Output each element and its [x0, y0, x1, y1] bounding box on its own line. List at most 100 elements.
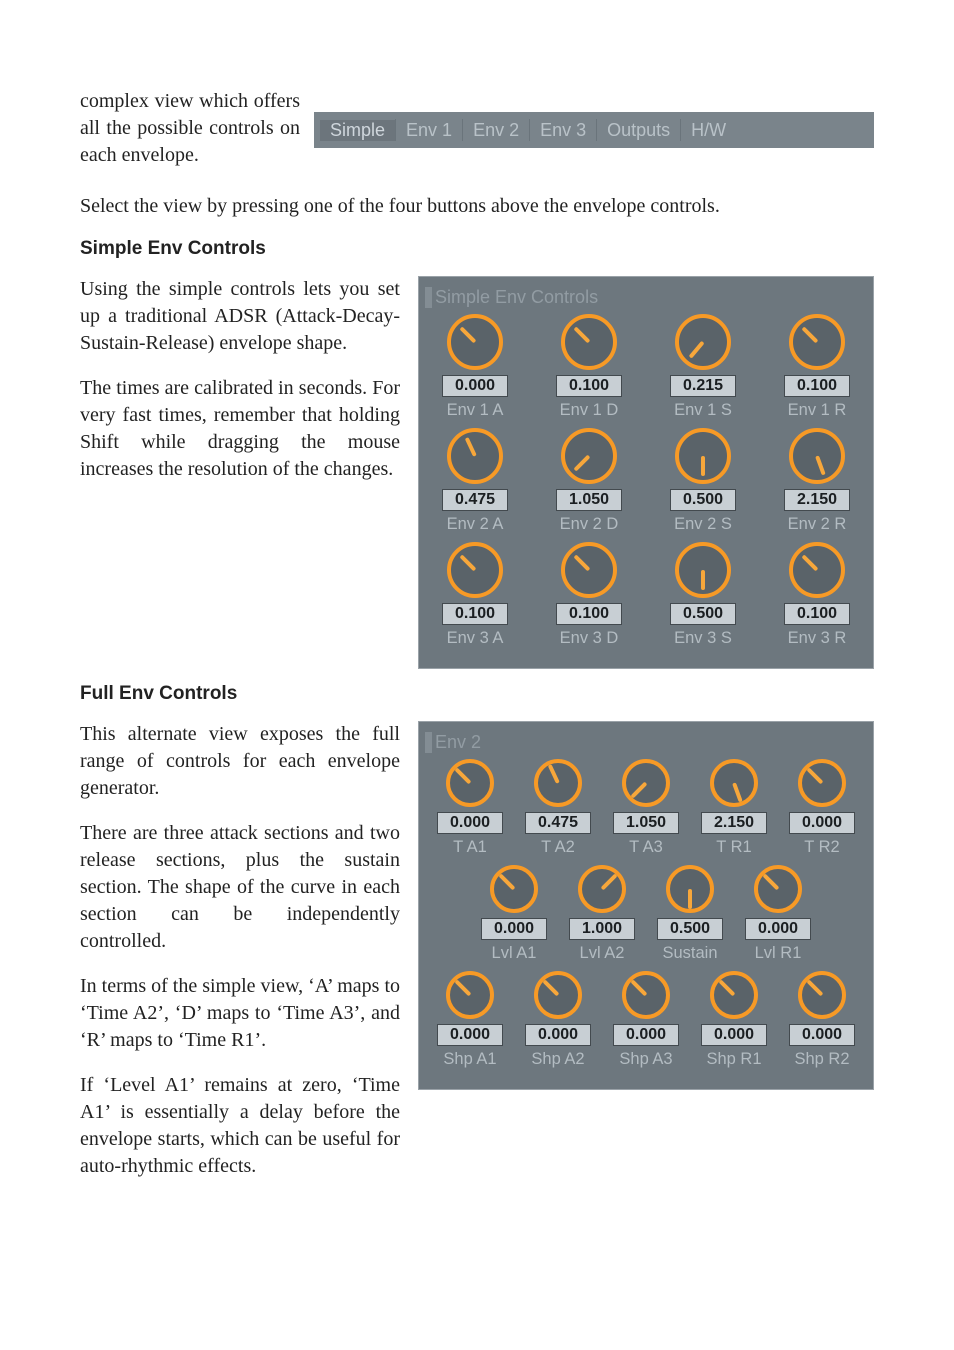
knob-value[interactable]: 0.500 — [670, 489, 736, 511]
knob-dial[interactable] — [446, 759, 494, 807]
knob-indicator — [701, 570, 705, 590]
knob-lvl-a1[interactable]: 0.000Lvl A1 — [475, 865, 553, 963]
knob-value[interactable]: 0.475 — [525, 812, 591, 834]
tab-simple[interactable]: Simple — [320, 120, 395, 141]
knob-value[interactable]: 1.000 — [569, 918, 635, 940]
knob-env-1-s[interactable]: 0.215Env 1 S — [659, 314, 747, 420]
knob-value[interactable]: 1.050 — [556, 489, 622, 511]
knob-shp-a3[interactable]: 0.000Shp A3 — [607, 971, 685, 1069]
knob-dial[interactable] — [789, 314, 845, 370]
knob-label: Shp R2 — [794, 1050, 849, 1069]
knob-t-r1[interactable]: 2.150T R1 — [695, 759, 773, 857]
knob-value[interactable]: 0.000 — [481, 918, 547, 940]
knob-value[interactable]: 0.100 — [556, 375, 622, 397]
knob-env-3-s[interactable]: 0.500Env 3 S — [659, 542, 747, 648]
knob-dial[interactable] — [798, 759, 846, 807]
knob-row: 0.475 Env 2 A 1.050Env 2 D 0.500Env 2 S 2.15… — [431, 428, 861, 534]
knob-value[interactable]: 0.000 — [745, 918, 811, 940]
knob-dial[interactable] — [622, 971, 670, 1019]
knob-value[interactable]: 0.100 — [556, 603, 622, 625]
knob-env-3-a[interactable]: 0.100Env 3 A — [431, 542, 519, 648]
knob-label: Shp A2 — [531, 1050, 584, 1069]
knob-dial[interactable] — [675, 314, 731, 370]
knob-value[interactable]: 2.150 — [784, 489, 850, 511]
knob-value[interactable]: 0.000 — [701, 1024, 767, 1046]
tab-env-1[interactable]: Env 1 — [396, 120, 462, 141]
knob-dial[interactable] — [490, 865, 538, 913]
knob-dial[interactable] — [447, 314, 503, 370]
knob-value[interactable]: 1.050 — [613, 812, 679, 834]
knob-env-1-a[interactable]: 0.000 Env 1 A — [431, 314, 519, 420]
intro-text: complex view which offers all the possib… — [80, 88, 300, 169]
knob-shp-r2[interactable]: 0.000 Shp R2 — [783, 971, 861, 1069]
knob-lvl-r1[interactable]: 0.000Lvl R1 — [739, 865, 817, 963]
tab-outputs[interactable]: Outputs — [597, 120, 680, 141]
knob-dial[interactable] — [754, 865, 802, 913]
knob-dial[interactable] — [578, 865, 626, 913]
knob-dial[interactable] — [534, 759, 582, 807]
knob-indicator — [542, 979, 559, 996]
knob-dial[interactable] — [710, 759, 758, 807]
knob-env-3-d[interactable]: 0.100Env 3 D — [545, 542, 633, 648]
knob-shp-r1[interactable]: 0.000Shp R1 — [695, 971, 773, 1069]
knob-dial[interactable] — [561, 542, 617, 598]
knob-value[interactable]: 0.215 — [670, 375, 736, 397]
knob-lvl-a2[interactable]: 1.000Lvl A2 — [563, 865, 641, 963]
knob-shp-a2[interactable]: 0.000 Shp A2 — [519, 971, 597, 1069]
knob-dial[interactable] — [675, 542, 731, 598]
knob-label: Env 1 A — [447, 401, 504, 420]
knob-sustain[interactable]: 0.500Sustain — [651, 865, 729, 963]
knob-dial[interactable] — [534, 971, 582, 1019]
knob-value[interactable]: 0.500 — [670, 603, 736, 625]
knob-value[interactable]: 0.000 — [613, 1024, 679, 1046]
knob-dial[interactable] — [446, 971, 494, 1019]
knob-t-a1[interactable]: 0.000 T A1 — [431, 759, 509, 857]
knob-dial[interactable] — [447, 428, 503, 484]
knob-env-1-d[interactable]: 0.100 Env 1 D — [545, 314, 633, 420]
knob-indicator — [454, 767, 471, 784]
knob-value[interactable]: 0.100 — [784, 603, 850, 625]
knob-dial[interactable] — [789, 542, 845, 598]
knob-label: Env 1 R — [788, 401, 847, 420]
knob-label: T A1 — [453, 838, 487, 857]
knob-dial[interactable] — [622, 759, 670, 807]
knob-env-2-s[interactable]: 0.500Env 2 S — [659, 428, 747, 534]
knob-value[interactable]: 2.150 — [701, 812, 767, 834]
tab-env-3[interactable]: Env 3 — [530, 120, 596, 141]
knob-dial[interactable] — [561, 314, 617, 370]
knob-value[interactable]: 0.000 — [525, 1024, 591, 1046]
knob-value[interactable]: 0.100 — [442, 603, 508, 625]
knob-value[interactable]: 0.475 — [442, 489, 508, 511]
knob-env-3-r[interactable]: 0.100Env 3 R — [773, 542, 861, 648]
knob-indicator — [801, 326, 818, 343]
knob-label: Env 2 A — [447, 515, 504, 534]
knob-t-a3[interactable]: 1.050T A3 — [607, 759, 685, 857]
knob-dial[interactable] — [798, 971, 846, 1019]
knob-value[interactable]: 0.000 — [789, 812, 855, 834]
knob-dial[interactable] — [666, 865, 714, 913]
knob-env-2-a[interactable]: 0.475 Env 2 A — [431, 428, 519, 534]
knob-value[interactable]: 0.000 — [437, 1024, 503, 1046]
knob-indicator — [630, 782, 647, 799]
tab-env-2[interactable]: Env 2 — [463, 120, 529, 141]
knob-dial[interactable] — [561, 428, 617, 484]
knob-dial[interactable] — [675, 428, 731, 484]
knob-dial[interactable] — [447, 542, 503, 598]
knob-env-2-d[interactable]: 1.050Env 2 D — [545, 428, 633, 534]
tab-hw[interactable]: H/W — [681, 120, 736, 141]
knob-env-1-r[interactable]: 0.100 Env 1 R — [773, 314, 861, 420]
knob-value[interactable]: 0.000 — [437, 812, 503, 834]
knob-dial[interactable] — [789, 428, 845, 484]
knob-value[interactable]: 0.000 — [789, 1024, 855, 1046]
knob-env-2-r[interactable]: 2.150Env 2 R — [773, 428, 861, 534]
knob-value[interactable]: 0.100 — [784, 375, 850, 397]
knob-t-r2[interactable]: 0.000T R2 — [783, 759, 861, 857]
panel-title-simple: Simple Env Controls — [425, 287, 861, 308]
knob-dial[interactable] — [710, 971, 758, 1019]
knob-indicator — [601, 873, 618, 890]
knob-value[interactable]: 0.000 — [442, 375, 508, 397]
knob-shp-a1[interactable]: 0.000Shp A1 — [431, 971, 509, 1069]
knob-value[interactable]: 0.500 — [657, 918, 723, 940]
knob-t-a2[interactable]: 0.475T A2 — [519, 759, 597, 857]
knob-label: Env 1 D — [560, 401, 619, 420]
